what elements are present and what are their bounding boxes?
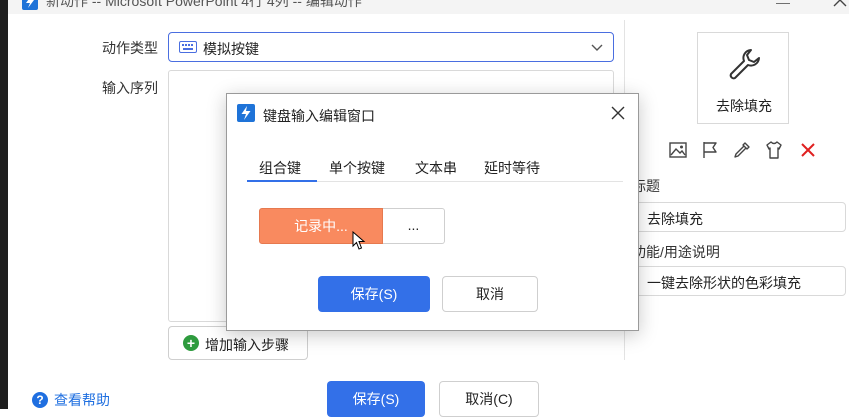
action-icon-card[interactable]: 去除填充	[697, 32, 789, 124]
eyedropper-icon[interactable]	[732, 140, 752, 160]
action-icon-label: 去除填充	[716, 98, 772, 114]
description-value: 一键去除形状的色彩填充	[647, 275, 801, 291]
dialog-title: 键盘输入编辑窗口	[263, 108, 375, 124]
add-input-step-button[interactable]: + 增加输入步骤	[168, 326, 308, 360]
flag-icon[interactable]	[700, 140, 720, 160]
add-icon: +	[183, 335, 199, 351]
action-type-value: 模拟按键	[203, 41, 259, 57]
close-icon[interactable]	[609, 104, 627, 122]
more-options-button[interactable]: ...	[383, 208, 445, 244]
active-tab-indicator	[247, 180, 317, 182]
title-bar: 新动作 -- Microsoft PowerPoint 4行 4列 -- 编辑动…	[8, 0, 849, 14]
delete-icon[interactable]	[798, 140, 818, 160]
description-label: 功能/用途说明	[632, 244, 720, 260]
dialog-logo-icon	[237, 104, 255, 122]
minimize-icon[interactable]: —	[776, 0, 790, 10]
description-input[interactable]: 一键去除形状的色彩填充	[632, 266, 846, 296]
title-value: 去除填充	[647, 211, 703, 227]
title-input[interactable]: 去除填充	[632, 202, 846, 232]
shirt-icon[interactable]	[764, 140, 784, 160]
tab-text-string[interactable]: 文本串	[415, 158, 457, 178]
window-title: 新动作 -- Microsoft PowerPoint 4行 4列 -- 编辑动…	[46, 0, 362, 9]
cancel-button[interactable]: 取消(C)	[439, 381, 539, 417]
action-type-select[interactable]: 模拟按键	[168, 32, 614, 62]
dialog-cancel-button[interactable]: 取消	[442, 276, 538, 312]
dialog-save-button[interactable]: 保存(S)	[318, 276, 430, 312]
action-type-label: 动作类型	[102, 40, 158, 56]
help-icon: ?	[32, 392, 48, 408]
input-sequence-label: 输入序列	[102, 80, 158, 96]
chevron-down-icon	[591, 44, 603, 51]
keyboard-input-dialog: 键盘输入编辑窗口 组合键 单个按键 文本串 延时等待 记录中... ... 保存…	[226, 93, 639, 331]
save-button[interactable]: 保存(S)	[327, 381, 425, 417]
keyboard-icon	[179, 41, 197, 53]
help-link-label: 查看帮助	[54, 392, 110, 408]
image-icon[interactable]	[668, 140, 688, 160]
add-input-step-label: 增加输入步骤	[205, 337, 289, 353]
tab-single-key[interactable]: 单个按键	[329, 158, 385, 178]
tab-combo-key[interactable]: 组合键	[259, 158, 301, 178]
wrench-icon	[729, 49, 760, 80]
app-logo-icon	[22, 0, 38, 10]
mouse-cursor-icon	[352, 231, 366, 250]
left-edge-strip	[0, 0, 8, 409]
tab-delay-wait[interactable]: 延时等待	[484, 158, 540, 178]
window-close-icon[interactable]	[830, 0, 849, 10]
